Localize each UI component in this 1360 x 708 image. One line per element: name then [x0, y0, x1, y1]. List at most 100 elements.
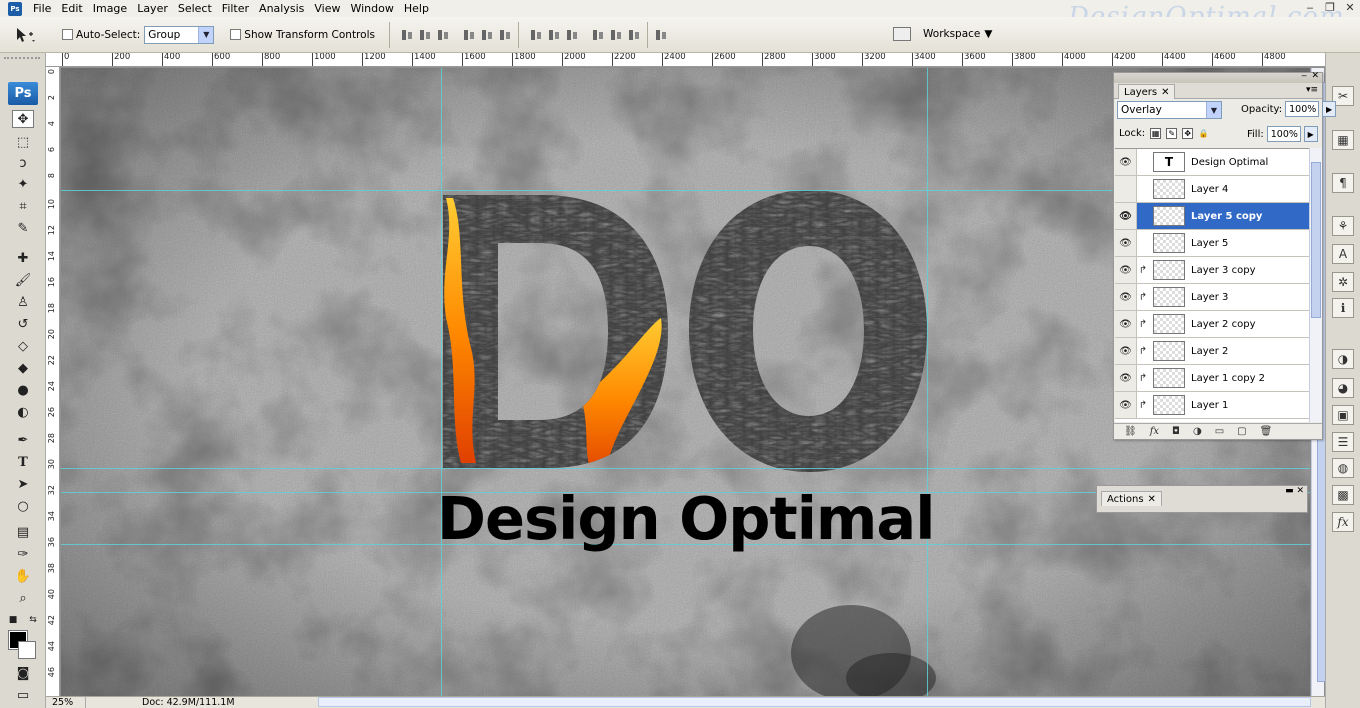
- color-icon[interactable]: ◑: [1332, 349, 1354, 369]
- minimize-button[interactable]: ‒: [1302, 0, 1318, 15]
- distribute-right-icon[interactable]: [627, 29, 641, 41]
- layer-row[interactable]: 👁 ↱ Layer 2 copy: [1115, 311, 1309, 338]
- tab-layers[interactable]: Layers ✕: [1118, 84, 1176, 99]
- layer-thumbnail[interactable]: [1153, 341, 1185, 361]
- magic-wand-tool-icon[interactable]: ✦: [12, 175, 34, 193]
- align-left-icon[interactable]: [462, 29, 476, 41]
- show-transform-checkbox[interactable]: Show Transform Controls: [230, 29, 375, 41]
- info-icon[interactable]: ℹ: [1332, 298, 1354, 318]
- toolbox-grip[interactable]: [4, 57, 40, 63]
- close-icon[interactable]: ✕: [1148, 494, 1156, 505]
- history-icon[interactable]: ▣: [1332, 405, 1354, 425]
- ruler-horizontal[interactable]: 0 200 400 600 800 1000 1200 1400 1600 1800 2000 220…: [46, 53, 1325, 67]
- layer-row[interactable]: 👁 Layer 5 copy: [1115, 203, 1309, 230]
- layer-mask-icon[interactable]: ◘: [1172, 426, 1180, 437]
- default-colors-icon[interactable]: ■: [6, 611, 20, 629]
- distribute-hcenter-icon[interactable]: [609, 29, 623, 41]
- guide-horizontal[interactable]: [61, 468, 1310, 469]
- history-brush-icon[interactable]: ↺: [12, 315, 34, 333]
- zoom-level[interactable]: 25%: [46, 697, 86, 708]
- layer-style-icon[interactable]: fx: [1150, 426, 1159, 437]
- layer-name[interactable]: Layer 2 copy: [1191, 319, 1255, 330]
- crop-tool-icon[interactable]: ⌗: [12, 197, 34, 215]
- zoom-tool-icon[interactable]: ⌕: [12, 589, 34, 607]
- trash-icon[interactable]: 🗑: [1260, 426, 1273, 437]
- layer-thumbnail[interactable]: [1153, 206, 1185, 226]
- menu-file[interactable]: File: [28, 0, 56, 17]
- move-tool-icon[interactable]: ✥: [12, 110, 34, 128]
- menu-help[interactable]: Help: [399, 0, 434, 17]
- layer-thumbnail[interactable]: [1153, 368, 1185, 388]
- layer-name[interactable]: Layer 2: [1191, 346, 1228, 357]
- new-layer-icon[interactable]: ▢: [1237, 426, 1246, 437]
- align-hcenter-icon[interactable]: [480, 29, 494, 41]
- align-bottom-icon[interactable]: [436, 29, 450, 41]
- menu-image[interactable]: Image: [88, 0, 132, 17]
- layer-name[interactable]: Layer 4: [1191, 184, 1228, 195]
- layer-row[interactable]: 👁 ↱ Layer 3: [1115, 284, 1309, 311]
- layer-name[interactable]: Layer 5 copy: [1191, 211, 1262, 222]
- layer-thumbnail[interactable]: [1153, 287, 1185, 307]
- quick-mask-icon[interactable]: ◙: [12, 664, 34, 682]
- layer-thumbnail[interactable]: [1153, 314, 1185, 334]
- layer-thumbnail[interactable]: [1153, 395, 1185, 415]
- close-icon[interactable]: ✕: [1161, 87, 1169, 98]
- panel-menu-icon[interactable]: ▾≡: [1306, 85, 1318, 95]
- layer-name[interactable]: Layer 1 copy 2: [1191, 373, 1265, 384]
- ruler-vertical[interactable]: 0 2 4 6 8 10 12 14 16 18 20 22 24 26 28 30 32 34 36 38 40 42 4…: [46, 67, 60, 696]
- layer-thumbnail[interactable]: [1153, 260, 1185, 280]
- close-button[interactable]: ✕: [1342, 0, 1358, 15]
- minimize-icon[interactable]: ‒: [1301, 71, 1307, 81]
- auto-select-box[interactable]: [62, 29, 73, 40]
- fill-slider-button[interactable]: ▶: [1303, 126, 1318, 142]
- path-selection-icon[interactable]: ➤: [12, 475, 34, 493]
- visibility-eye-icon[interactable]: 👁: [1115, 257, 1137, 283]
- menu-analysis[interactable]: Analysis: [254, 0, 309, 17]
- layer-name[interactable]: Layer 3 copy: [1191, 265, 1255, 276]
- styles-icon[interactable]: ◕: [1332, 378, 1354, 398]
- layers-panel-titlebar[interactable]: ‒ ✕: [1114, 71, 1322, 83]
- layer-row[interactable]: 👁 ↱ Layer 1: [1115, 392, 1309, 419]
- brush-tool-icon[interactable]: 🖌: [12, 271, 34, 289]
- notes-tool-icon[interactable]: ▤: [12, 523, 34, 541]
- swap-colors-icon[interactable]: ⇆: [26, 611, 40, 629]
- align-right-icon[interactable]: [498, 29, 512, 41]
- align-top-icon[interactable]: [400, 29, 414, 41]
- new-group-icon[interactable]: ▭: [1215, 426, 1224, 437]
- clone-stamp-icon[interactable]: ♙: [12, 293, 34, 311]
- lock-position-icon[interactable]: ✥: [1182, 128, 1194, 139]
- layer-row[interactable]: 👁 ↱ Layer 3 copy: [1115, 257, 1309, 284]
- visibility-eye-icon[interactable]: 👁: [1115, 338, 1137, 364]
- layer-thumbnail[interactable]: [1153, 179, 1185, 199]
- fill-input[interactable]: 100%: [1266, 126, 1301, 142]
- menu-select[interactable]: Select: [173, 0, 217, 17]
- layer-row[interactable]: 👁 T Design Optimal: [1115, 149, 1309, 176]
- visibility-eye-icon[interactable]: 👁: [1115, 203, 1137, 229]
- healing-brush-icon[interactable]: ✚: [12, 249, 34, 267]
- actions-panel-controls[interactable]: ▬ ✕: [1285, 486, 1304, 496]
- eraser-tool-icon[interactable]: ◇: [12, 337, 34, 355]
- opacity-input[interactable]: 100%: [1285, 101, 1320, 117]
- fx-icon[interactable]: fx: [1332, 512, 1354, 532]
- tool-preset-picker[interactable]: [14, 27, 54, 43]
- character-icon[interactable]: A: [1332, 244, 1354, 264]
- lasso-tool-icon[interactable]: ↄ: [12, 154, 34, 172]
- layer-row[interactable]: 👁 Layer 4: [1115, 176, 1309, 203]
- eyedropper-tool-icon[interactable]: ✑: [12, 545, 34, 563]
- horizontal-scrollbar[interactable]: [318, 697, 1311, 707]
- slice-tool-icon[interactable]: ✎: [12, 219, 34, 237]
- distribute-left-icon[interactable]: [591, 29, 605, 41]
- pen-tool-icon[interactable]: ✒: [12, 431, 34, 449]
- align-vcenter-icon[interactable]: [418, 29, 432, 41]
- distribute-top-icon[interactable]: [529, 29, 543, 41]
- background-color-swatch[interactable]: [18, 641, 36, 659]
- visibility-eye-icon[interactable]: 👁: [1115, 149, 1137, 175]
- adjustment-layer-icon[interactable]: ◑: [1193, 426, 1202, 437]
- marquee-tool-icon[interactable]: ⬚: [12, 133, 34, 151]
- hand-tool-icon[interactable]: ✋: [12, 567, 34, 585]
- layer-row[interactable]: 👁 ↱ Layer 2: [1115, 338, 1309, 365]
- show-transform-box[interactable]: [230, 29, 242, 40]
- text-layer-thumbnail[interactable]: T: [1153, 152, 1185, 172]
- layer-name[interactable]: Layer 5: [1191, 238, 1228, 249]
- guide-vertical[interactable]: [441, 68, 442, 696]
